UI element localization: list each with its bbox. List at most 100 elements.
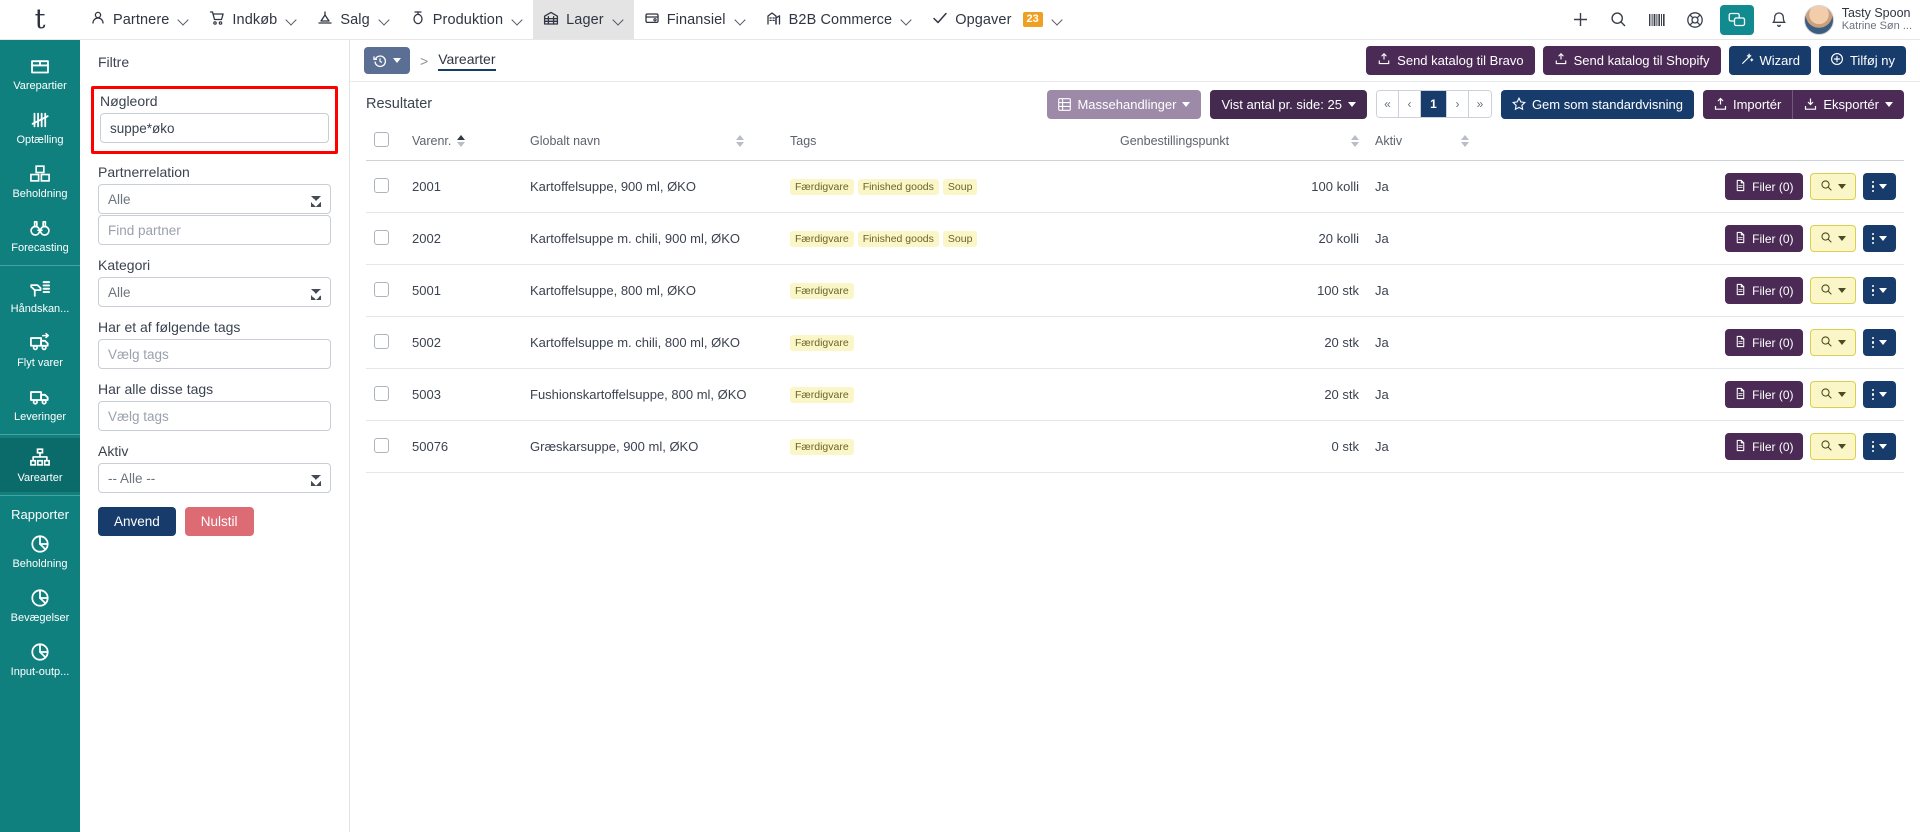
pager-page-1[interactable]: 1 (1421, 91, 1447, 117)
nav-item-b2b-commerce[interactable]: B2B Commerce (756, 0, 923, 39)
cell-select[interactable] (366, 265, 404, 317)
files-button[interactable]: Filer (0) (1725, 225, 1802, 252)
chevron-down-icon[interactable] (1838, 392, 1846, 397)
sidebar-item-flyt-varer[interactable]: Flyt varer (0, 323, 80, 377)
per-page-button[interactable]: Vist antal pr. side: 25 (1210, 90, 1366, 119)
sidebar-item-varearter[interactable]: Varearter (0, 438, 80, 492)
category-select[interactable]: Alle (98, 277, 331, 307)
row-checkbox[interactable] (374, 386, 389, 401)
row-search-button[interactable] (1810, 329, 1856, 356)
partner-relation-select[interactable]: Alle (98, 184, 331, 214)
wizard-button[interactable]: Wizard (1729, 46, 1811, 75)
lifebuoy-icon[interactable] (1676, 0, 1714, 40)
nav-item-indk-b[interactable]: Indkøb (199, 0, 307, 39)
chevron-down-icon[interactable] (178, 14, 189, 25)
pager-last[interactable]: » (1469, 91, 1491, 117)
sidebar-item-opt-lling[interactable]: Optælling (0, 100, 80, 154)
cell-select[interactable] (366, 161, 404, 213)
pager-prev[interactable]: ‹ (1399, 91, 1421, 117)
chevron-down-icon[interactable] (1052, 14, 1063, 25)
chevron-down-icon[interactable] (1838, 184, 1846, 189)
find-partner-input[interactable] (98, 215, 331, 245)
th-select-all[interactable] (366, 126, 404, 161)
row-search-button[interactable] (1810, 381, 1856, 408)
chevron-down-icon[interactable] (1879, 184, 1887, 189)
chevron-down-icon[interactable] (1838, 288, 1846, 293)
row-more-button[interactable] (1863, 381, 1897, 408)
chevron-down-icon[interactable] (1838, 340, 1846, 345)
row-search-button[interactable] (1810, 173, 1856, 200)
files-button[interactable]: Filer (0) (1725, 277, 1802, 304)
keyword-input[interactable] (100, 113, 329, 143)
row-search-button[interactable] (1810, 225, 1856, 252)
sidebar-item-beholdning[interactable]: Beholdning (0, 154, 80, 208)
all-tags-input[interactable] (98, 401, 331, 431)
brand-logo[interactable]: t (0, 0, 80, 39)
sidebar-item-forecasting[interactable]: Forecasting (0, 208, 80, 262)
chevron-down-icon[interactable] (286, 14, 297, 25)
chevron-down-icon[interactable] (1879, 236, 1887, 241)
sidebar-report-bev-gelser[interactable]: Bevægelser (0, 578, 80, 632)
tilf-j-ny-button[interactable]: Tilføj ny (1819, 46, 1906, 75)
sidebar-item-h-ndskan[interactable]: Håndskan... (0, 269, 80, 323)
any-tags-input[interactable] (98, 339, 331, 369)
chevron-down-icon[interactable] (1879, 340, 1887, 345)
nav-item-partnere[interactable]: Partnere (80, 0, 199, 39)
user-menu[interactable]: Tasty Spoon Katrine Søn ... (1798, 5, 1912, 35)
row-more-button[interactable] (1863, 225, 1897, 252)
chevron-down-icon[interactable] (1879, 444, 1887, 449)
bulk-actions-button[interactable]: Massehandlinger (1047, 90, 1201, 119)
chevron-down-icon[interactable] (901, 14, 912, 25)
row-checkbox[interactable] (374, 230, 389, 245)
files-button[interactable]: Filer (0) (1725, 173, 1802, 200)
th-navn[interactable]: Globalt navn (522, 126, 782, 161)
nav-item-finansiel[interactable]: Finansiel (634, 0, 756, 39)
chat-icon[interactable] (1720, 5, 1754, 35)
sidebar-report-beholdning[interactable]: Beholdning (0, 524, 80, 578)
chevron-down-icon[interactable] (1838, 444, 1846, 449)
save-default-view-button[interactable]: Gem som standardvisning (1501, 90, 1694, 119)
cell-select[interactable] (366, 213, 404, 265)
select-all-checkbox[interactable] (374, 132, 389, 147)
row-more-button[interactable] (1863, 277, 1897, 304)
barcode-icon[interactable] (1638, 0, 1676, 40)
active-select[interactable]: -- Alle -- (98, 463, 331, 493)
row-checkbox[interactable] (374, 438, 389, 453)
breadcrumb-current[interactable]: Varearter (438, 51, 495, 71)
table-row[interactable]: 2001Kartoffelsuppe, 900 ml, ØKOFærdigvar… (366, 161, 1904, 213)
nav-item-produktion[interactable]: Produktion (400, 0, 533, 39)
plus-icon[interactable] (1562, 0, 1600, 40)
row-more-button[interactable] (1863, 329, 1897, 356)
chevron-down-icon[interactable] (379, 14, 390, 25)
apply-filters-button[interactable]: Anvend (98, 507, 176, 536)
row-search-button[interactable] (1810, 433, 1856, 460)
send-katalog-til-bravo-button[interactable]: Send katalog til Bravo (1366, 46, 1534, 75)
sidebar-item-varepartier[interactable]: Varepartier (0, 46, 80, 100)
chevron-down-icon[interactable] (1879, 288, 1887, 293)
files-button[interactable]: Filer (0) (1725, 433, 1802, 460)
chevron-down-icon[interactable] (613, 14, 624, 25)
table-row[interactable]: 2002Kartoffelsuppe m. chili, 900 ml, ØKO… (366, 213, 1904, 265)
chevron-down-icon[interactable] (735, 14, 746, 25)
pager-first[interactable]: « (1377, 91, 1399, 117)
row-checkbox[interactable] (374, 334, 389, 349)
row-more-button[interactable] (1863, 433, 1897, 460)
row-checkbox[interactable] (374, 178, 389, 193)
chevron-down-icon[interactable] (1879, 392, 1887, 397)
chevron-down-icon[interactable] (512, 14, 523, 25)
search-icon[interactable] (1600, 0, 1638, 40)
nav-item-salg[interactable]: Salg (307, 0, 399, 39)
pager-next[interactable]: › (1447, 91, 1469, 117)
row-checkbox[interactable] (374, 282, 389, 297)
nav-item-lager[interactable]: Lager (533, 0, 634, 39)
cell-select[interactable] (366, 369, 404, 421)
table-row[interactable]: 50076Græskarsuppe, 900 ml, ØKOFærdigvare… (366, 421, 1904, 473)
files-button[interactable]: Filer (0) (1725, 329, 1802, 356)
reset-filters-button[interactable]: Nulstil (185, 507, 254, 536)
cell-select[interactable] (366, 421, 404, 473)
table-row[interactable]: 5001Kartoffelsuppe, 800 ml, ØKOFærdigvar… (366, 265, 1904, 317)
send-katalog-til-shopify-button[interactable]: Send katalog til Shopify (1543, 46, 1721, 75)
row-more-button[interactable] (1863, 173, 1897, 200)
table-row[interactable]: 5002Kartoffelsuppe m. chili, 800 ml, ØKO… (366, 317, 1904, 369)
export-button[interactable]: Eksportér (1792, 90, 1904, 119)
